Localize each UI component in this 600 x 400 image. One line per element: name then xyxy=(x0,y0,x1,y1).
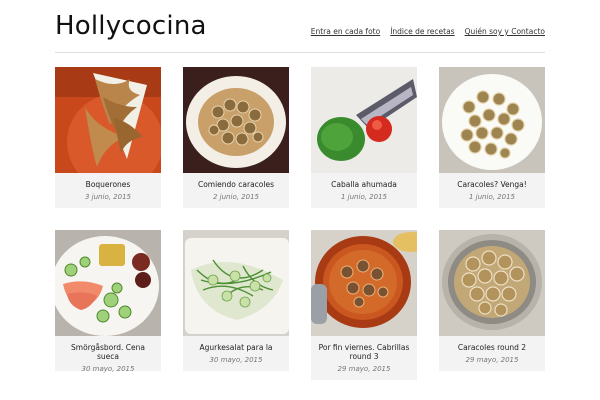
post-title[interactable]: Caracoles round 2 xyxy=(439,343,545,352)
post-card[interactable]: Por fin viernes. Cabrillas round 3 29 ma… xyxy=(311,230,417,380)
post-title[interactable]: Por fin viernes. Cabrillas round 3 xyxy=(311,343,417,361)
post-date: 1 junio, 2015 xyxy=(341,193,387,201)
post-thumbnail[interactable] xyxy=(183,230,289,336)
post-title[interactable]: Agurkesalat para la xyxy=(183,343,289,352)
post-card[interactable]: Agurkesalat para la 30 mayo, 2015 xyxy=(183,230,289,371)
site-title[interactable]: Hollycocina xyxy=(55,11,207,41)
post-date: 29 mayo, 2015 xyxy=(337,365,391,373)
nav-link-recipe-index[interactable]: Índice de recetas xyxy=(390,27,454,36)
post-title[interactable]: Comiendo caracoles xyxy=(183,180,289,189)
post-title[interactable]: Caballa ahumada xyxy=(311,180,417,189)
post-date: 30 mayo, 2015 xyxy=(209,356,263,364)
nav-link-about-contact[interactable]: Quién soy y Contacto xyxy=(465,27,545,36)
post-thumbnail[interactable] xyxy=(439,67,545,173)
post-date: 29 mayo, 2015 xyxy=(465,356,519,364)
nav-link-photos[interactable]: Entra en cada foto xyxy=(311,27,380,36)
post-thumbnail[interactable] xyxy=(439,230,545,336)
post-title[interactable]: Caracoles? Venga! xyxy=(439,180,545,189)
main-nav: Entra en cada foto Índice de recetas Qui… xyxy=(311,27,545,36)
post-card[interactable]: Caracoles? Venga! 1 junio, 2015 xyxy=(439,67,545,208)
post-thumbnail[interactable] xyxy=(311,67,417,173)
post-date: 1 junio, 2015 xyxy=(469,193,515,201)
post-date: 3 junio, 2015 xyxy=(85,193,131,201)
post-title[interactable]: Smörgåsbord. Cena sueca xyxy=(55,343,161,361)
post-card[interactable]: Caracoles round 2 29 mayo, 2015 xyxy=(439,230,545,371)
post-thumbnail[interactable] xyxy=(311,230,417,336)
post-date: 2 junio, 2015 xyxy=(213,193,259,201)
post-date: 30 mayo, 2015 xyxy=(81,365,135,373)
post-card[interactable]: Boquerones 3 junio, 2015 xyxy=(55,67,161,208)
post-title[interactable]: Boquerones xyxy=(55,180,161,189)
site-header: Hollycocina Entra en cada foto Índice de… xyxy=(55,0,545,53)
post-card[interactable]: Caballa ahumada 1 junio, 2015 xyxy=(311,67,417,208)
post-thumbnail[interactable] xyxy=(55,230,161,336)
post-thumbnail[interactable] xyxy=(55,67,161,173)
post-card[interactable]: Comiendo caracoles 2 junio, 2015 xyxy=(183,67,289,208)
post-thumbnail[interactable] xyxy=(183,67,289,173)
post-card[interactable]: Smörgåsbord. Cena sueca 30 mayo, 2015 xyxy=(55,230,161,373)
